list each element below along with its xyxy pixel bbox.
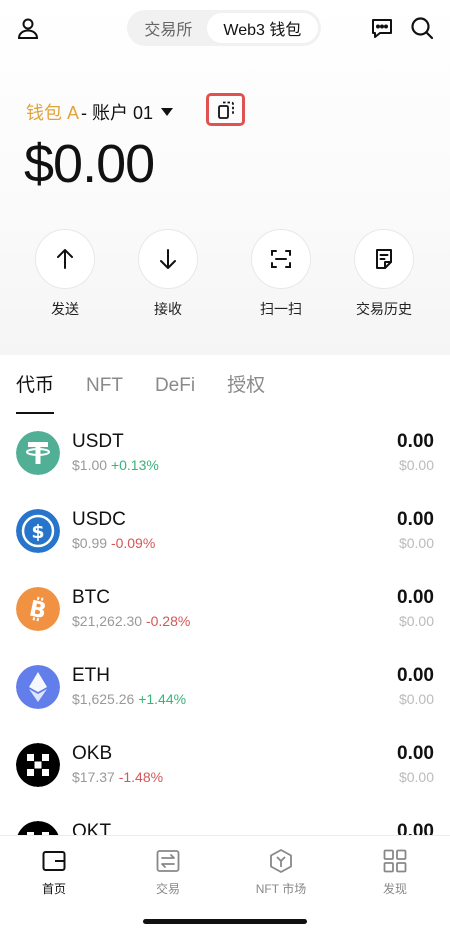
- token-symbol: USDT: [72, 431, 124, 452]
- tab-approvals[interactable]: 授权: [227, 372, 265, 416]
- top-header: 交易所 Web3 钱包: [0, 0, 450, 56]
- token-symbol: BTC: [72, 587, 110, 608]
- eth-icon: [16, 665, 60, 709]
- token-amount: 0.00: [397, 509, 434, 530]
- arrow-up-icon: [35, 229, 95, 289]
- token-price: $17.37: [72, 769, 115, 785]
- scan-icon: [251, 229, 311, 289]
- segment-exchange[interactable]: 交易所: [130, 13, 207, 43]
- token-price-line: $1.00 +0.13%: [72, 457, 159, 473]
- search-icon[interactable]: [408, 14, 436, 42]
- token-price: $1,625.26: [72, 691, 135, 707]
- nav-nft-market-label: NFT 市场: [255, 882, 307, 896]
- svg-text:$: $: [31, 521, 44, 543]
- token-price: $0.99: [72, 535, 108, 551]
- token-fiat-value: $0.00: [398, 613, 434, 629]
- scan-button[interactable]: 扫一扫: [251, 229, 311, 319]
- tab-defi[interactable]: DeFi: [155, 372, 195, 416]
- token-price-line: $17.37 -1.48%: [72, 769, 163, 785]
- token-row-usdt[interactable]: USDT $1.00 +0.13% 0.00 $0.00: [0, 431, 450, 509]
- btc-icon: B: [16, 587, 60, 631]
- arrow-down-icon: [138, 229, 198, 289]
- send-button[interactable]: 发送: [35, 229, 95, 319]
- token-fiat-value: $0.00: [398, 457, 434, 473]
- total-balance: $0.00: [24, 134, 155, 194]
- wallet-name: 钱包 A: [26, 103, 80, 123]
- nav-trade[interactable]: 交易: [128, 848, 208, 897]
- token-change: +1.44%: [138, 691, 187, 707]
- nav-trade-label: 交易: [155, 882, 180, 896]
- receive-button[interactable]: 接收: [138, 229, 198, 319]
- token-symbol: OKB: [72, 743, 113, 764]
- token-price-line: $21,262.30 -0.28%: [72, 613, 190, 629]
- tab-tokens[interactable]: 代币: [16, 372, 55, 416]
- discover-grid-icon: [383, 849, 407, 873]
- message-icon[interactable]: [368, 14, 396, 42]
- token-fiat-value: $0.00: [398, 691, 434, 707]
- token-amount: 0.00: [397, 743, 434, 764]
- tab-nft[interactable]: NFT: [86, 372, 123, 416]
- token-amount: 0.00: [397, 665, 434, 686]
- token-price: $1.00: [72, 457, 108, 473]
- token-price: $21,262.30: [72, 613, 143, 629]
- token-change: -1.48%: [118, 769, 164, 785]
- token-amount: 0.00: [397, 587, 434, 608]
- wallet-icon: [42, 851, 66, 871]
- home-indicator[interactable]: [143, 919, 307, 924]
- token-symbol: ETH: [72, 665, 110, 686]
- usdt-icon: [16, 431, 60, 475]
- nav-discover-label: 发现: [382, 882, 407, 896]
- token-fiat-value: $0.00: [398, 769, 434, 785]
- token-symbol: USDC: [72, 509, 126, 530]
- nav-home-label: 首页: [41, 882, 66, 896]
- copy-address-button[interactable]: [206, 93, 245, 126]
- profile-icon[interactable]: [14, 14, 42, 42]
- scan-label: 扫一扫: [260, 301, 302, 317]
- receive-label: 接收: [154, 301, 182, 317]
- token-change: -0.28%: [145, 613, 191, 629]
- token-fiat-value: $0.00: [398, 535, 434, 551]
- wallet-selector[interactable]: 钱包 A - 账户 01: [26, 98, 174, 126]
- token-change: +0.13%: [110, 457, 159, 473]
- token-change: -0.09%: [110, 535, 156, 551]
- token-row-eth[interactable]: ETH $1,625.26 +1.44% 0.00 $0.00: [0, 665, 450, 743]
- token-row-usdc[interactable]: $ USDC $0.99 -0.09% 0.00 $0.00: [0, 509, 450, 587]
- token-row-btc[interactable]: B BTC $21,262.30 -0.28% 0.00 $0.00: [0, 587, 450, 665]
- caret-down-icon: [161, 108, 174, 116]
- history-icon: [354, 229, 414, 289]
- account-name: - 账户 01: [81, 103, 154, 123]
- nft-market-icon: [270, 849, 292, 873]
- mode-switch: 交易所 Web3 钱包: [127, 10, 321, 46]
- token-price-line: $0.99 -0.09%: [72, 535, 155, 551]
- history-button[interactable]: 交易历史: [354, 229, 414, 319]
- nav-discover[interactable]: 发现: [355, 848, 435, 897]
- swap-icon: [156, 850, 180, 872]
- copy-icon: [217, 101, 234, 119]
- nav-nft-market[interactable]: NFT 市场: [241, 848, 321, 897]
- token-amount: 0.00: [397, 431, 434, 452]
- usdc-icon: $: [16, 509, 60, 553]
- nav-home[interactable]: 首页: [14, 848, 94, 897]
- token-price-line: $1,625.26 +1.44%: [72, 691, 186, 707]
- okb-icon: [16, 743, 60, 787]
- segment-web3-wallet[interactable]: Web3 钱包: [206, 13, 318, 43]
- asset-tabs: 代币 NFT DeFi 授权: [16, 372, 297, 416]
- send-label: 发送: [51, 301, 79, 317]
- history-label: 交易历史: [356, 301, 412, 317]
- token-row-okb[interactable]: OKB $17.37 -1.48% 0.00 $0.00: [0, 743, 450, 821]
